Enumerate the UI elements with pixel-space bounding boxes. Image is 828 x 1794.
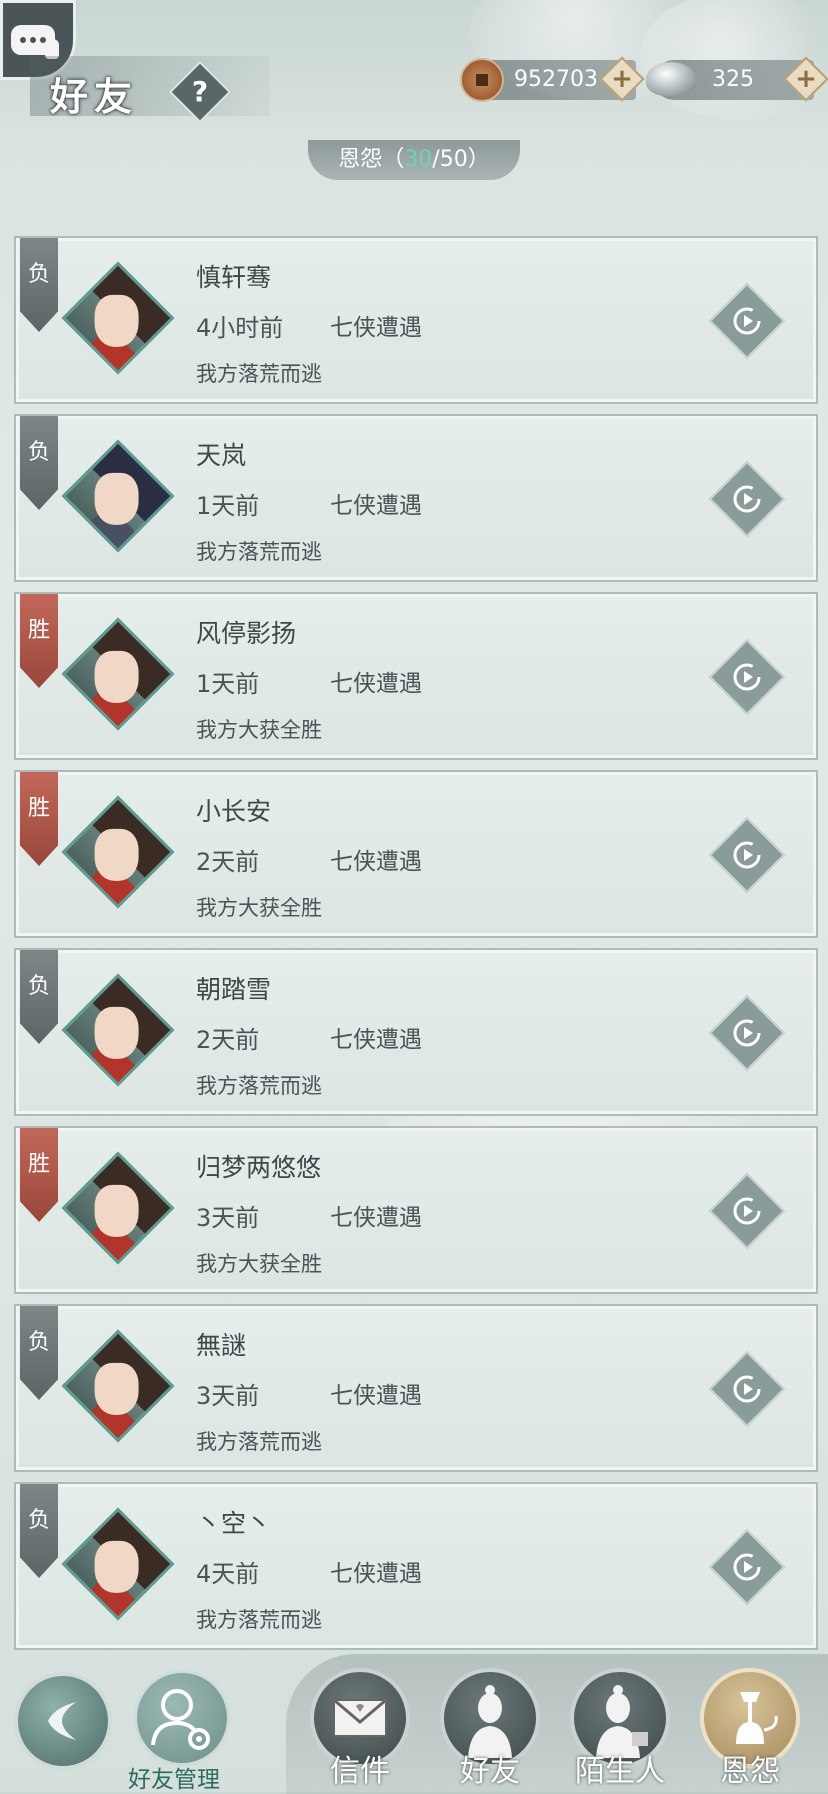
- result-tag: 胜: [20, 772, 58, 866]
- record-card[interactable]: 负 慎轩骞 4小时前 七侠遭遇 我方落荒而逃: [14, 236, 818, 404]
- page-title: 好友: [50, 74, 139, 119]
- player-name: 無謎: [196, 1331, 247, 1360]
- friend-manage-button[interactable]: [134, 1670, 230, 1766]
- record-outcome: 我方大获全胜: [196, 1252, 322, 1276]
- record-card[interactable]: 胜 风停影扬 1天前 七侠遭遇 我方大获全胜: [14, 592, 818, 760]
- plus-icon[interactable]: +: [790, 63, 822, 95]
- record-outcome: 我方大获全胜: [196, 896, 322, 920]
- record-card[interactable]: 负 天岚 1天前 七侠遭遇 我方落荒而逃: [14, 414, 818, 582]
- record-mode: 七侠遭遇: [330, 1205, 422, 1231]
- top-bar: 好友 ? 952703 + 325 + 恩怨（30/50）: [0, 0, 828, 180]
- replay-icon[interactable]: [728, 1370, 766, 1408]
- copper-currency: 952703 +: [460, 56, 645, 102]
- user-settings-icon: [151, 1689, 210, 1750]
- record-outcome: 我方落荒而逃: [196, 1074, 322, 1098]
- record-mode: 七侠遭遇: [330, 849, 422, 875]
- help-icon[interactable]: ?: [178, 70, 222, 114]
- record-time: 4小时前: [196, 314, 284, 342]
- friend-manage-label: 好友管理: [128, 1767, 220, 1793]
- copper-coin-icon: [460, 58, 504, 102]
- replay-icon[interactable]: [728, 1192, 766, 1230]
- player-name: 小长安: [196, 797, 272, 826]
- record-mode: 七侠遭遇: [330, 1383, 422, 1409]
- count-open: （: [382, 147, 405, 172]
- result-tag: 负: [20, 1484, 58, 1578]
- count-max: 50: [439, 147, 468, 172]
- nav-friends-label[interactable]: 好友: [430, 1746, 550, 1790]
- replay-icon[interactable]: [728, 1014, 766, 1052]
- result-tag: 负: [20, 238, 58, 332]
- nav-strangers-label[interactable]: 陌生人: [560, 1746, 680, 1790]
- back-button[interactable]: [14, 1672, 112, 1770]
- back-arrow-icon: [48, 1702, 76, 1740]
- grudge-count-header: 恩怨（30/50）: [308, 140, 520, 180]
- silver-currency: 325 +: [646, 56, 828, 102]
- record-time: 3天前: [196, 1204, 260, 1232]
- avatar[interactable]: [61, 261, 175, 375]
- record-outcome: 我方落荒而逃: [196, 540, 322, 564]
- record-outcome: 我方落荒而逃: [196, 362, 322, 386]
- avatar[interactable]: [61, 439, 175, 553]
- record-time: 2天前: [196, 848, 260, 876]
- avatar[interactable]: [61, 1507, 175, 1621]
- record-mode: 七侠遭遇: [330, 1027, 422, 1053]
- player-name: 风停影扬: [196, 619, 297, 648]
- record-mode: 七侠遭遇: [330, 493, 422, 519]
- tab-name: 恩怨: [338, 147, 383, 172]
- replay-icon[interactable]: [728, 658, 766, 696]
- plus-icon[interactable]: +: [606, 63, 638, 95]
- record-mode: 七侠遭遇: [330, 1561, 422, 1587]
- count-current: 30: [404, 147, 433, 172]
- player-name: 慎轩骞: [196, 263, 272, 292]
- record-card[interactable]: 负 朝踏雪 2天前 七侠遭遇 我方落荒而逃: [14, 948, 818, 1116]
- record-mode: 七侠遭遇: [330, 315, 422, 341]
- result-tag: 胜: [20, 1128, 58, 1222]
- record-time: 1天前: [196, 492, 260, 520]
- record-time: 4天前: [196, 1560, 260, 1588]
- nav-grudges-label[interactable]: 恩怨: [690, 1746, 810, 1790]
- silver-amount: 325: [712, 67, 754, 92]
- record-time: 1天前: [196, 670, 260, 698]
- record-card[interactable]: 胜 归梦两悠悠 3天前 七侠遭遇 我方大获全胜: [14, 1126, 818, 1294]
- count-sep: /: [432, 147, 440, 172]
- record-outcome: 我方落荒而逃: [196, 1608, 322, 1632]
- record-time: 3天前: [196, 1382, 260, 1410]
- avatar[interactable]: [61, 795, 175, 909]
- record-card[interactable]: 负 無謎 3天前 七侠遭遇 我方落荒而逃: [14, 1304, 818, 1472]
- replay-icon[interactable]: [728, 836, 766, 874]
- silver-ingot-icon: [646, 62, 696, 96]
- record-outcome: 我方落荒而逃: [196, 1430, 322, 1454]
- player-name: 朝踏雪: [196, 975, 272, 1004]
- avatar[interactable]: [61, 1329, 175, 1443]
- player-name: 天岚: [196, 441, 247, 470]
- copper-amount: 952703: [514, 67, 598, 92]
- record-card[interactable]: 胜 小长安 2天前 七侠遭遇 我方大获全胜: [14, 770, 818, 938]
- replay-icon[interactable]: [728, 302, 766, 340]
- record-time: 2天前: [196, 1026, 260, 1054]
- replay-icon[interactable]: [728, 480, 766, 518]
- avatar[interactable]: [61, 1151, 175, 1265]
- replay-icon[interactable]: [728, 1548, 766, 1586]
- avatar[interactable]: [61, 617, 175, 731]
- count-close: ）: [467, 147, 490, 172]
- avatar[interactable]: [61, 973, 175, 1087]
- result-tag: 负: [20, 950, 58, 1044]
- player-name: 归梦两悠悠: [196, 1153, 322, 1182]
- record-card[interactable]: 负 丶空丶 4天前 七侠遭遇 我方落荒而逃: [14, 1482, 818, 1650]
- record-mode: 七侠遭遇: [330, 671, 422, 697]
- nav-mail-label[interactable]: 信件: [300, 1746, 420, 1790]
- result-tag: 胜: [20, 594, 58, 688]
- result-tag: 负: [20, 416, 58, 510]
- bottom-bar: 好友管理 信件 好友 陌生人 恩怨: [0, 1640, 828, 1794]
- player-name: 丶空丶: [196, 1509, 272, 1538]
- result-tag: 负: [20, 1306, 58, 1400]
- record-outcome: 我方大获全胜: [196, 718, 322, 742]
